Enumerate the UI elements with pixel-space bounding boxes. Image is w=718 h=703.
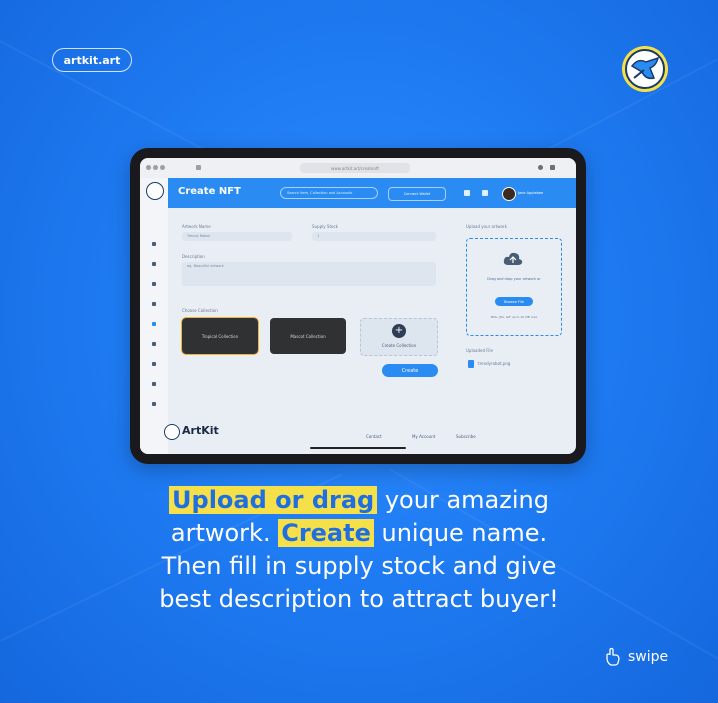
window-dot-icon (153, 165, 158, 170)
search-input[interactable]: Search item, Collection and Accounts (280, 187, 378, 199)
headline-text: artwork. (170, 519, 279, 547)
page-title: Create NFT (178, 186, 241, 197)
user-name[interactable]: Jane Applebee (518, 191, 543, 195)
headline-line: best description to attract buyer! (159, 585, 559, 613)
headline-text: your amazing (377, 486, 549, 514)
browse-file-button[interactable]: Browse File (495, 297, 533, 306)
brand-badge[interactable]: artkit.art (52, 48, 132, 72)
tabs-icon[interactable] (550, 165, 555, 170)
headline-text: unique name. (373, 519, 548, 547)
cloud-upload-icon (503, 252, 523, 265)
footer-link-contact[interactable]: Contact (366, 434, 382, 439)
highlight-create: Create (278, 519, 374, 547)
create-collection-button[interactable]: + Create Collection (360, 318, 438, 356)
swipe-hint[interactable]: swipe (604, 647, 668, 667)
avatar[interactable] (502, 187, 516, 201)
supply-label: Supply Stock (312, 224, 338, 229)
artwork-name-field[interactable]: Trendy Robot (182, 232, 292, 241)
url-bar[interactable]: www.artkit.art/createnft (300, 163, 410, 173)
sidebar-toggle-icon[interactable] (196, 165, 201, 170)
plus-icon: + (392, 324, 406, 338)
collection-card[interactable]: Tropical Collection (181, 317, 259, 355)
tablet-mockup: www.artkit.art/createnft Create NFT Sear… (130, 148, 586, 464)
uploaded-file-label: Uploaded File (466, 348, 493, 353)
home-indicator (310, 447, 406, 449)
create-collection-label: Create Collection (381, 343, 417, 348)
browser-toolbar: www.artkit.art/createnft (140, 158, 576, 178)
artwork-name-label: Artwork Name (182, 224, 211, 229)
user-icon[interactable] (152, 262, 156, 266)
highlight-upload-or-drag: Upload or drag (169, 486, 378, 514)
collection-card[interactable]: Mascot Collection (270, 318, 346, 354)
sidebar (140, 178, 168, 454)
drag-drop-text: Drag and drop your artwork or (487, 277, 541, 281)
connect-wallet-button[interactable]: Connect Wallet (388, 187, 446, 201)
sidebar-logo-icon[interactable] (146, 182, 164, 200)
collection-label: Choose Collection (182, 308, 218, 313)
footer-link-account[interactable]: My Account (412, 434, 435, 439)
window-dot-icon (146, 165, 151, 170)
uploaded-file-name: trendyrobot.png (478, 361, 511, 366)
supply-field[interactable]: 1 (312, 232, 436, 241)
upload-note: PNG, JPG, GIF up to 20 MB max (490, 315, 538, 319)
tablet-screen: www.artkit.art/createnft Create NFT Sear… (140, 158, 576, 454)
footer-logo[interactable]: ArtKit (182, 424, 219, 437)
home-icon[interactable] (152, 242, 156, 246)
swipe-label: swipe (628, 649, 669, 665)
gear-icon[interactable] (152, 282, 156, 286)
app-header: Create NFT Search item, Collection and A… (140, 178, 576, 208)
headline-line: Then fill in supply stock and give (161, 552, 557, 580)
artkit-logo-icon (622, 46, 668, 92)
help-icon[interactable] (152, 382, 156, 386)
headline: Upload or drag your amazing artwork. Cre… (130, 484, 588, 616)
hand-pointer-icon (606, 647, 620, 666)
new-tab-icon[interactable] (538, 165, 543, 170)
notification-icon[interactable] (464, 190, 470, 196)
description-label: Description (182, 254, 205, 259)
description-field[interactable]: eg. Beautiful artwork (182, 262, 436, 286)
chart-icon[interactable] (152, 302, 156, 306)
create-icon[interactable] (152, 322, 156, 326)
cart-icon[interactable] (482, 190, 488, 196)
collection-icon[interactable] (152, 342, 156, 346)
upload-dropzone[interactable]: Drag and drop your artwork or Browse Fil… (466, 238, 562, 336)
wallet-icon[interactable] (152, 362, 156, 366)
upload-title: Upload your artwork (466, 224, 507, 229)
settings-icon[interactable] (152, 402, 156, 406)
footer-logo-icon (164, 424, 180, 440)
footer-link-subscribe[interactable]: Subscribe (456, 434, 476, 439)
create-button[interactable]: Create (382, 364, 438, 377)
file-icon (468, 360, 474, 368)
window-dot-icon (160, 165, 165, 170)
